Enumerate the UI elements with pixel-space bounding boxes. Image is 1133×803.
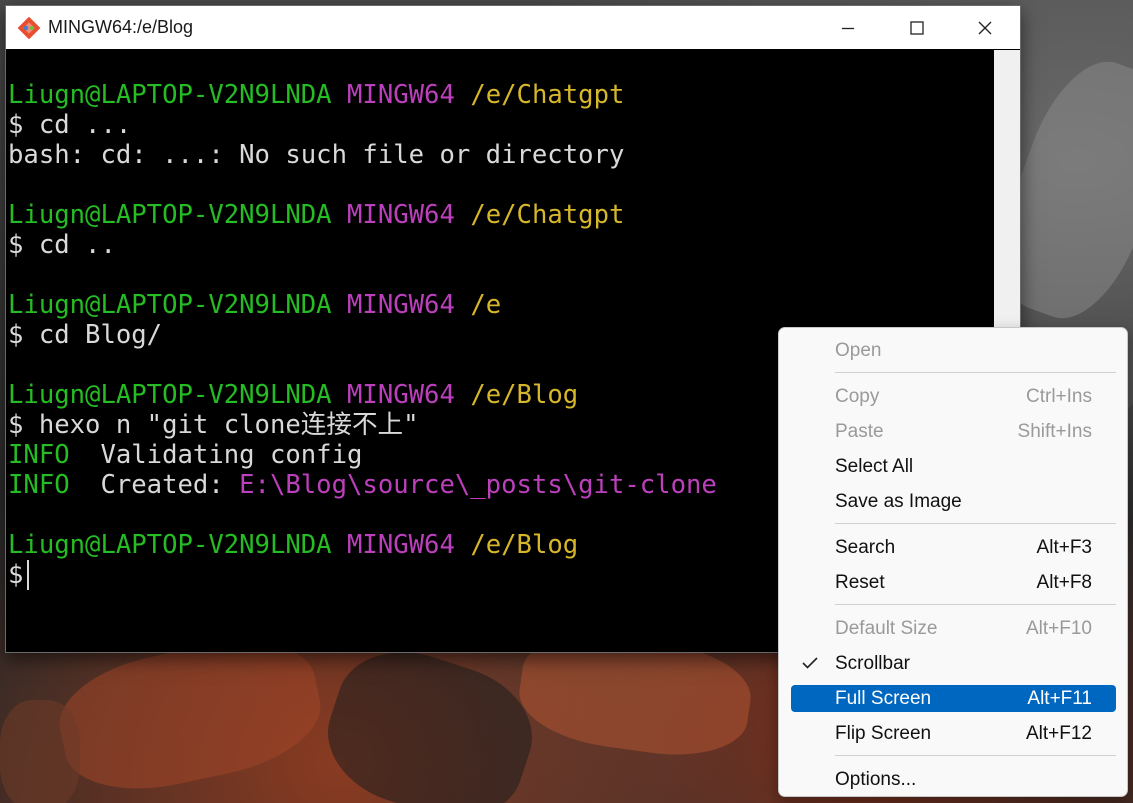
git-bash-icon: [16, 15, 42, 41]
menu-item-label: Full Screen: [835, 688, 932, 709]
terminal-text: E:\Blog\source\_posts\git-clone: [239, 470, 717, 500]
close-icon: [978, 21, 992, 34]
terminal-text: MINGW64: [347, 530, 455, 560]
menu-item-copy[interactable]: Copy Ctrl+Ins: [791, 383, 1116, 410]
menu-item-shortcut: Shift+Ins: [1017, 421, 1092, 442]
terminal-text: MINGW64: [347, 380, 455, 410]
terminal-text: Validating config: [69, 440, 363, 470]
menu-item-search[interactable]: Search Alt+F3: [791, 534, 1116, 561]
terminal-text: Liugn@LAPTOP-V2N9LNDA: [8, 380, 332, 410]
menu-item-label: Scrollbar: [835, 653, 910, 674]
terminal-text: $ cd ...: [8, 110, 132, 140]
menu-item-full-screen[interactable]: Full Screen Alt+F11: [791, 685, 1116, 712]
menu-item-label: Open: [835, 340, 882, 361]
terminal-text: /e/Blog: [470, 380, 579, 410]
terminal-text: /e/Chatgpt: [470, 200, 625, 230]
menu-separator: [835, 523, 1116, 524]
menu-item-save-as-image[interactable]: Save as Image: [791, 488, 1116, 515]
menu-item-label: Select All: [835, 456, 914, 477]
terminal-text: bash: cd: ...: No such file or directory: [8, 140, 625, 170]
terminal-text: MINGW64: [347, 200, 455, 230]
window-title: MINGW64:/e/Blog: [48, 17, 194, 37]
terminal-line: $ cd ...: [6, 110, 994, 140]
menu-item-select-all[interactable]: Select All: [791, 453, 1116, 480]
menu-item-scrollbar[interactable]: Scrollbar: [791, 650, 1116, 677]
context-menu: Open Copy Ctrl+Ins Paste Shift+Ins Selec…: [778, 327, 1128, 797]
terminal-text: $ hexo n "git clone连接不上": [8, 410, 419, 440]
terminal-text: Created:: [69, 470, 240, 500]
terminal-text: Liugn@LAPTOP-V2N9LNDA: [8, 200, 332, 230]
menu-item-options[interactable]: Options...: [791, 766, 1116, 793]
terminal-text: MINGW64: [347, 80, 455, 110]
menu-item-reset[interactable]: Reset Alt+F8: [791, 569, 1116, 596]
terminal-text: Liugn@LAPTOP-V2N9LNDA: [8, 80, 332, 110]
minimize-icon: [842, 27, 854, 29]
menu-item-shortcut: Alt+F11: [1027, 688, 1092, 709]
checkmark-icon: [802, 657, 818, 669]
menu-item-label: Paste: [835, 421, 884, 442]
menu-item-shortcut: Alt+F12: [1025, 723, 1092, 744]
desktop-background: MINGW64:/e/Blog Liugn@LAPTOP-V2N9LNDA MI…: [0, 0, 1133, 803]
menu-item-shortcut: Alt+F10: [1025, 618, 1092, 639]
terminal-text: /e/Blog: [470, 530, 579, 560]
menu-separator: [835, 372, 1116, 373]
maximize-icon: [910, 20, 924, 35]
terminal-text: $: [8, 560, 24, 590]
menu-item-paste[interactable]: Paste Shift+Ins: [791, 418, 1116, 445]
terminal-line: Liugn@LAPTOP-V2N9LNDA MINGW64 /e: [6, 290, 994, 320]
menu-item-label: Flip Screen: [835, 723, 932, 744]
title-bar[interactable]: MINGW64:/e/Blog: [6, 6, 1020, 49]
menu-item-shortcut: Ctrl+Ins: [1026, 386, 1092, 407]
wallpaper-shape: [0, 700, 80, 803]
terminal-text: MINGW64: [347, 290, 455, 320]
menu-item-flip-screen[interactable]: Flip Screen Alt+F12: [791, 720, 1116, 747]
terminal-text: $ cd Blog/: [8, 320, 163, 350]
menu-separator: [835, 604, 1116, 605]
terminal-text: /e: [470, 290, 502, 320]
terminal-text: Liugn@LAPTOP-V2N9LNDA: [8, 530, 332, 560]
terminal-line: $ cd ..: [6, 230, 994, 260]
menu-separator: [835, 755, 1116, 756]
menu-item-open[interactable]: Open: [791, 337, 1116, 364]
menu-item-shortcut: Alt+F8: [1036, 572, 1092, 593]
menu-item-label: Copy: [835, 386, 880, 407]
menu-item-label: Reset: [835, 572, 885, 593]
maximize-button[interactable]: [886, 6, 948, 49]
terminal-line: bash: cd: ...: No such file or directory: [6, 140, 994, 170]
menu-item-shortcut: Alt+F3: [1036, 537, 1092, 558]
terminal-text: $ cd ..: [8, 230, 116, 260]
text-cursor: [27, 560, 30, 590]
menu-item-default-size[interactable]: Default Size Alt+F10: [791, 615, 1116, 642]
terminal-text: INFO: [8, 470, 70, 500]
minimize-button[interactable]: [817, 6, 879, 49]
terminal-text: Liugn@LAPTOP-V2N9LNDA: [8, 290, 332, 320]
menu-item-label: Default Size: [835, 618, 938, 639]
menu-item-label: Search: [835, 537, 896, 558]
menu-item-label: Options...: [835, 769, 917, 790]
terminal-line: Liugn@LAPTOP-V2N9LNDA MINGW64 /e/Chatgpt: [6, 200, 994, 230]
terminal-line: Liugn@LAPTOP-V2N9LNDA MINGW64 /e/Chatgpt: [6, 80, 994, 110]
close-button[interactable]: [954, 6, 1016, 49]
terminal-text: /e/Chatgpt: [470, 80, 625, 110]
terminal-text: INFO: [8, 440, 70, 470]
menu-item-label: Save as Image: [835, 491, 962, 512]
